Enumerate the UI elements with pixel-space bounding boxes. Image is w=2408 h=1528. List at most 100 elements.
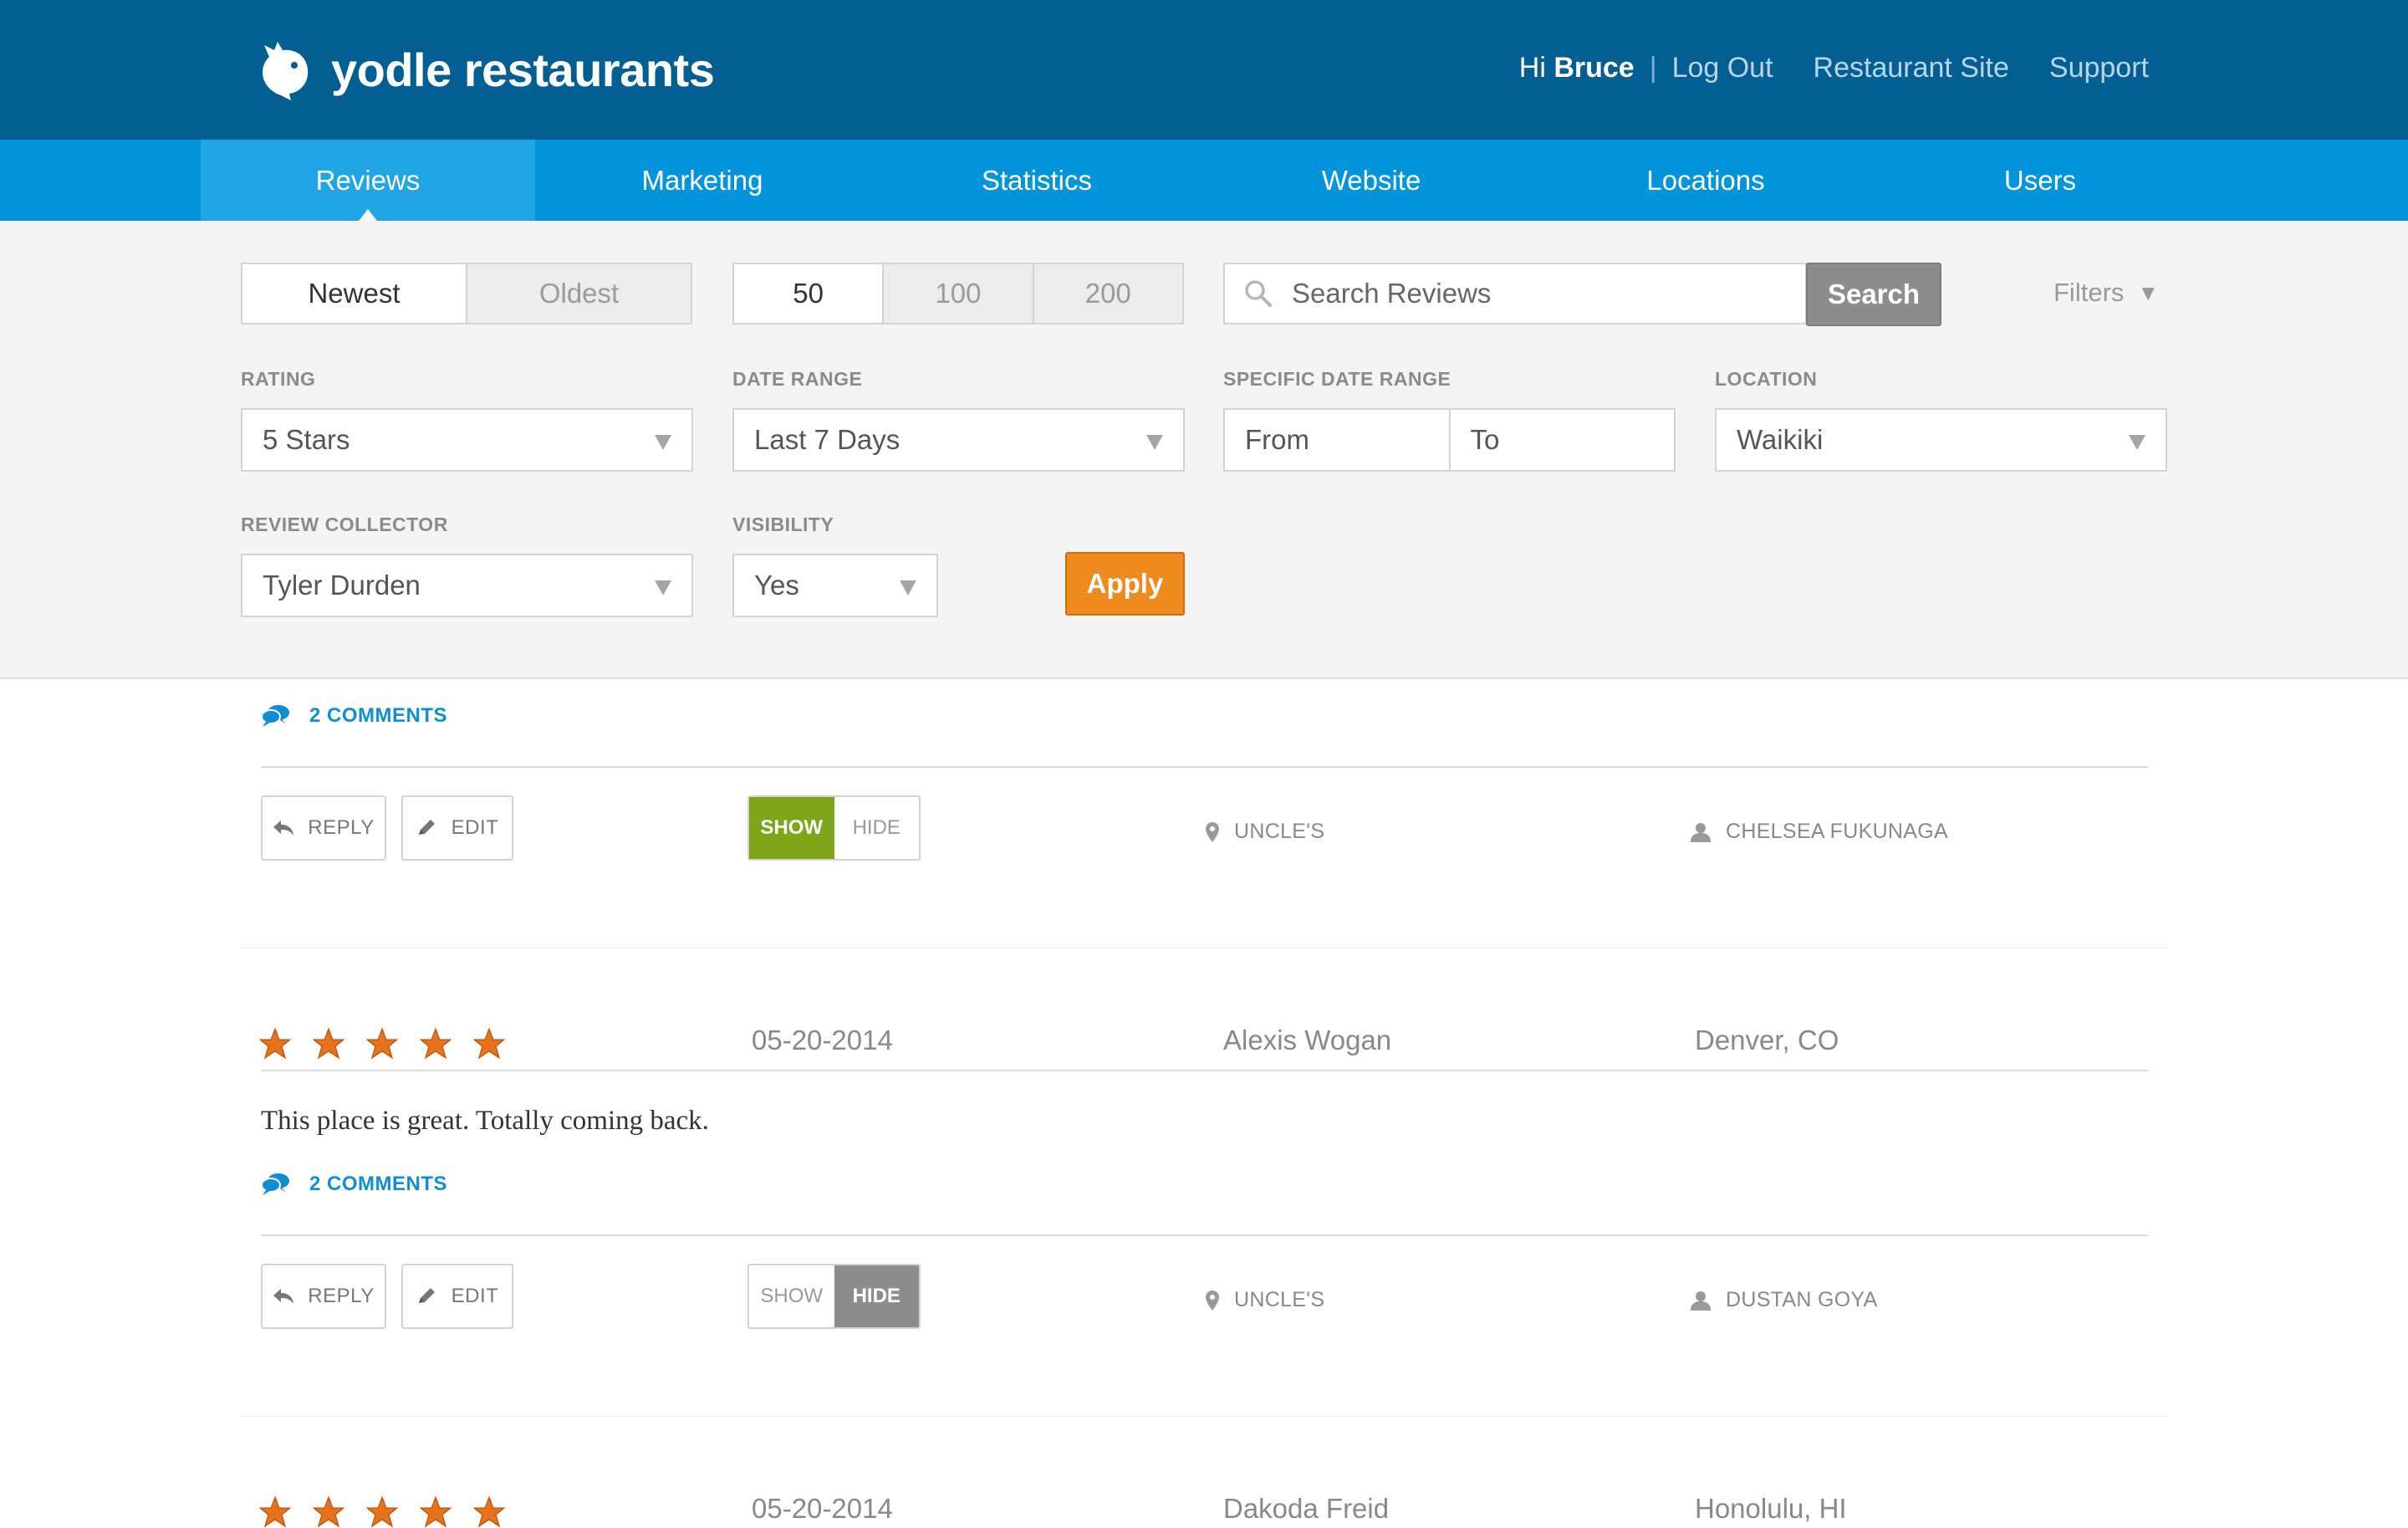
- star-icon: [420, 1028, 452, 1060]
- reviewer-name: Alexis Wogan: [1223, 1025, 1392, 1055]
- date-range-value: Last 7 Days: [754, 424, 900, 455]
- reply-arrow-icon: [273, 1289, 294, 1304]
- sort-newest-option[interactable]: Newest: [242, 264, 467, 323]
- star-icon: [313, 1496, 344, 1528]
- collector-meta: DUSTAN GOYA: [1691, 1288, 1878, 1312]
- specific-date-range: From To: [1223, 408, 1676, 472]
- star-icon: [259, 1028, 291, 1060]
- apply-button[interactable]: Apply: [1065, 552, 1185, 616]
- tab-reviews[interactable]: Reviews: [201, 140, 535, 221]
- location-value: Waikiki: [1737, 424, 1824, 455]
- collector-name: CHELSEA FUKUNAGA: [1726, 820, 1948, 843]
- edit-button[interactable]: EDIT: [401, 795, 513, 861]
- search-icon: [1245, 280, 1272, 307]
- star-rating: [259, 1496, 527, 1528]
- divider: [261, 1234, 2148, 1236]
- visibility-value: Yes: [754, 570, 799, 600]
- location-label: LOCATION: [1715, 368, 1818, 390]
- edit-label: EDIT: [451, 1285, 499, 1307]
- review-separator: [241, 1416, 2167, 1417]
- dropdown-arrow-icon: [2129, 435, 2145, 450]
- divider: [261, 1070, 2148, 1071]
- pencil-icon: [418, 820, 435, 835]
- restaurant-meta: UNCLE'S: [1206, 1288, 1324, 1312]
- user-icon: [1691, 1290, 1711, 1311]
- dropdown-arrow-icon: [1146, 435, 1163, 450]
- filters-toggle[interactable]: Filters ▼: [2053, 278, 2159, 308]
- visibility-select[interactable]: Yes: [732, 554, 938, 617]
- per-page-100-option[interactable]: 100: [884, 264, 1034, 323]
- comments-link[interactable]: 2 COMMENTS: [261, 1173, 447, 1196]
- reply-button[interactable]: REPLY: [261, 1264, 386, 1329]
- tab-website[interactable]: Website: [1204, 140, 1538, 221]
- rating-select[interactable]: 5 Stars: [241, 408, 693, 472]
- restaurant-name: UNCLE'S: [1234, 1288, 1325, 1311]
- tab-statistics[interactable]: Statistics: [870, 140, 1204, 221]
- greeting-word: Hi: [1518, 52, 1546, 84]
- show-option[interactable]: SHOW: [749, 1265, 834, 1327]
- visibility-label: VISIBILITY: [732, 514, 834, 535]
- location-select[interactable]: Waikiki: [1715, 408, 2167, 472]
- per-page-200-option[interactable]: 200: [1034, 264, 1182, 323]
- dropdown-arrow-icon: [655, 580, 671, 595]
- divider: [261, 766, 2148, 768]
- reply-label: REPLY: [308, 816, 375, 839]
- rating-label: RATING: [241, 368, 316, 390]
- date-range-label: DATE RANGE: [732, 368, 863, 390]
- star-icon: [473, 1028, 505, 1060]
- pencil-icon: [418, 1288, 435, 1303]
- specific-date-range-label: SPECIFIC DATE RANGE: [1223, 368, 1451, 390]
- yodle-logo-icon: [263, 42, 309, 100]
- star-icon: [473, 1496, 505, 1528]
- account-links: Hi Bruce | Log Out Restaurant Site Suppo…: [1519, 52, 2149, 84]
- tab-marketing[interactable]: Marketing: [535, 140, 870, 221]
- restaurant-site-link[interactable]: Restaurant Site: [1814, 52, 2009, 84]
- sort-oldest-option[interactable]: Oldest: [467, 264, 691, 323]
- reviewer-city: Denver, CO: [1695, 1025, 1839, 1055]
- reply-label: REPLY: [308, 1285, 375, 1307]
- review-date: 05-20-2014: [752, 1025, 893, 1055]
- reviewer-name: Dakoda Freid: [1223, 1493, 1390, 1524]
- caret-down-icon: ▼: [2137, 279, 2160, 305]
- comments-count: 2 COMMENTS: [309, 1173, 448, 1195]
- tab-users[interactable]: Users: [1873, 140, 2207, 221]
- date-to-field[interactable]: To: [1451, 410, 1675, 470]
- collector-meta: CHELSEA FUKUNAGA: [1691, 820, 1948, 844]
- hide-option[interactable]: HIDE: [834, 1265, 919, 1327]
- comments-count: 2 COMMENTS: [309, 704, 448, 727]
- search-button[interactable]: Search: [1806, 263, 1941, 326]
- dropdown-arrow-icon: [655, 435, 671, 450]
- comments-link[interactable]: 2 COMMENTS: [261, 704, 447, 728]
- visibility-toggle: SHOW HIDE: [747, 1264, 921, 1329]
- top-header: yodle restaurants Hi Bruce | Log Out Res…: [0, 0, 2408, 140]
- dropdown-arrow-icon: [900, 580, 916, 595]
- reply-button[interactable]: REPLY: [261, 795, 386, 861]
- search-field: [1223, 263, 1807, 325]
- date-range-select[interactable]: Last 7 Days: [732, 408, 1185, 472]
- restaurant-meta: UNCLE'S: [1206, 820, 1324, 844]
- search-input[interactable]: [1292, 278, 1760, 309]
- edit-button[interactable]: EDIT: [401, 1264, 513, 1329]
- greeting: Hi Bruce: [1519, 52, 1635, 84]
- sort-order-toggle: Newest Oldest: [241, 263, 692, 325]
- support-link[interactable]: Support: [2049, 52, 2149, 84]
- review-collector-label: REVIEW COLLECTOR: [241, 514, 448, 535]
- show-option[interactable]: SHOW: [749, 797, 834, 859]
- logout-link[interactable]: Log Out: [1672, 52, 1773, 84]
- review-collector-select[interactable]: Tyler Durden: [241, 554, 693, 617]
- visibility-toggle: SHOW HIDE: [747, 795, 921, 861]
- user-icon: [1691, 822, 1711, 842]
- hide-option[interactable]: HIDE: [834, 797, 920, 859]
- comments-icon: [261, 1173, 289, 1195]
- filters-toggle-label: Filters: [2053, 278, 2125, 307]
- logo[interactable]: yodle restaurants: [256, 37, 715, 102]
- user-name: Bruce: [1553, 52, 1635, 84]
- review-text: This place is great. Totally coming back…: [261, 1106, 709, 1136]
- location-pin-icon: [1206, 821, 1219, 842]
- reply-arrow-icon: [273, 820, 294, 836]
- per-page-50-option[interactable]: 50: [734, 264, 885, 323]
- date-from-field[interactable]: From: [1225, 410, 1451, 470]
- rating-value: 5 Stars: [263, 424, 350, 455]
- tab-locations[interactable]: Locations: [1538, 140, 1873, 221]
- main-nav: Reviews Marketing Statistics Website Loc…: [0, 140, 2408, 221]
